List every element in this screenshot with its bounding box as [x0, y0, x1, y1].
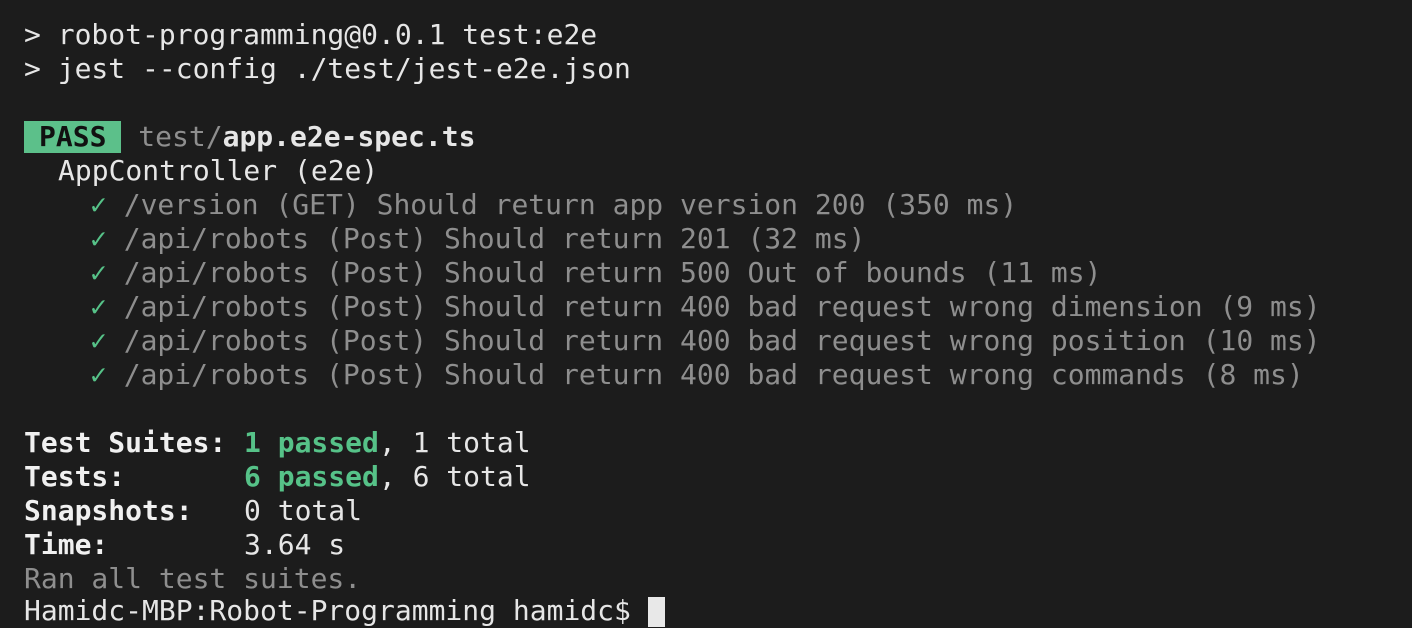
summary-tests: Tests: 6 passed, 6 total — [24, 460, 1412, 494]
test-case-duration: (350 ms) — [882, 188, 1018, 221]
summary-suites-label: Test Suites: — [24, 426, 227, 459]
shell-prompt[interactable]: Hamidc-MBP:Robot-Programming hamidc$ — [24, 594, 665, 628]
test-file-dir: test/ — [138, 120, 223, 153]
test-case-label: /api/robots (Post) Should return 400 bad… — [123, 358, 1186, 391]
test-list: ✓ /version (GET) Should return app versi… — [24, 188, 1412, 392]
test-case-row: ✓ /version (GET) Should return app versi… — [24, 188, 1412, 222]
pass-badge: PASS — [24, 121, 122, 153]
suite-name: AppController (e2e) — [58, 154, 379, 187]
check-icon: ✓ — [90, 256, 107, 289]
summary-suites-total: , 1 total — [378, 426, 531, 459]
test-case-row: ✓ /api/robots (Post) Should return 500 O… — [24, 256, 1412, 290]
test-case-duration: (10 ms) — [1202, 324, 1321, 357]
test-file-result: PASS test/app.e2e-spec.ts — [24, 120, 1412, 154]
summary-snapshots-label: Snapshots: — [24, 494, 193, 527]
summary-time-label: Time: — [24, 528, 109, 561]
test-case-row: ✓ /api/robots (Post) Should return 400 b… — [24, 290, 1412, 324]
prompt-text: Hamidc-MBP:Robot-Programming hamidc$ — [24, 594, 631, 627]
summary-tests-total: , 6 total — [378, 460, 531, 493]
summary-suites: Test Suites: 1 passed, 1 total — [24, 426, 1412, 460]
test-case-row: ✓ /api/robots (Post) Should return 201 (… — [24, 222, 1412, 256]
ran-all-message: Ran all test suites. — [24, 562, 362, 595]
test-case-duration: (8 ms) — [1202, 358, 1304, 391]
test-case-row: ✓ /api/robots (Post) Should return 400 b… — [24, 324, 1412, 358]
check-icon: ✓ — [90, 324, 107, 357]
test-case-duration: (9 ms) — [1219, 290, 1321, 323]
summary-time-value: 3.64 s — [244, 528, 346, 561]
check-icon: ✓ — [90, 290, 107, 323]
test-case-label: /api/robots (Post) Should return 400 bad… — [123, 290, 1203, 323]
check-icon: ✓ — [90, 358, 107, 391]
check-icon: ✓ — [90, 188, 107, 221]
summary-time: Time: 3.64 s — [24, 528, 1412, 562]
test-file-name: app.e2e-spec.ts — [222, 120, 476, 153]
test-case-duration: (11 ms) — [983, 256, 1102, 289]
terminal-output: > robot-programming@0.0.1 test:e2e > jes… — [24, 18, 1412, 606]
command-echo-line: > robot-programming@0.0.1 test:e2e — [24, 18, 598, 51]
test-case-label: /api/robots (Post) Should return 400 bad… — [123, 324, 1186, 357]
test-case-label: /version (GET) Should return app version… — [123, 188, 866, 221]
summary-snapshots-value: 0 total — [244, 494, 363, 527]
cursor-block — [647, 597, 665, 627]
test-case-duration: (32 ms) — [747, 222, 866, 255]
command-echo-line: > jest --config ./test/jest-e2e.json — [24, 52, 631, 85]
summary-snapshots: Snapshots: 0 total — [24, 494, 1412, 528]
test-case-label: /api/robots (Post) Should return 201 — [123, 222, 731, 255]
summary-tests-label: Tests: — [24, 460, 126, 493]
check-icon: ✓ — [90, 222, 107, 255]
summary-tests-passed: 6 passed — [244, 460, 379, 493]
summary-suites-passed: 1 passed — [244, 426, 379, 459]
test-case-label: /api/robots (Post) Should return 500 Out… — [123, 256, 967, 289]
test-case-row: ✓ /api/robots (Post) Should return 400 b… — [24, 358, 1412, 392]
